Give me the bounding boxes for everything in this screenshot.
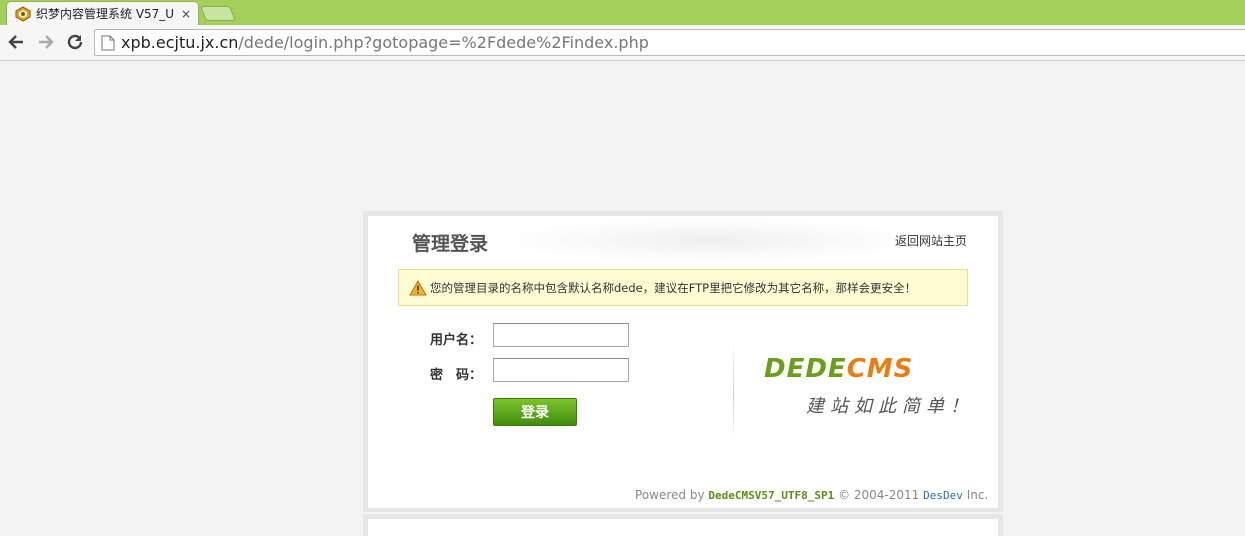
inc-text: Inc.: [966, 488, 989, 502]
copyright-text: © 2004-2011: [838, 488, 920, 502]
url-host: xpb.ecjtu.jx.cn: [121, 33, 239, 52]
warning-banner: 您的管理目录的名称中包含默认名称dede，建议在FTP里把它修改为其它名称，那样…: [398, 269, 968, 306]
address-bar[interactable]: xpb.ecjtu.jx.cn/dede/login.php?gotopage=…: [94, 29, 1245, 56]
new-tab-button[interactable]: [199, 6, 237, 21]
warning-text: 您的管理目录的名称中包含默认名称dede，建议在FTP里把它修改为其它名称，那样…: [430, 280, 917, 295]
vertical-divider: [733, 343, 734, 443]
powered-by-text: Powered by: [635, 488, 705, 502]
browser-tab[interactable]: 织梦内容管理系统 V57_U ×: [6, 1, 199, 25]
logo-dede-text: DEDE: [764, 354, 847, 384]
page-icon: [101, 35, 115, 51]
forward-arrow-icon[interactable]: [35, 31, 57, 53]
password-label: 密 码：: [430, 368, 483, 383]
login-button[interactable]: 登录: [493, 398, 577, 426]
slogan: 建站如此简单！: [806, 396, 974, 417]
back-to-home-link[interactable]: 返回网站主页: [895, 232, 967, 249]
tab-close-icon[interactable]: ×: [180, 7, 192, 21]
footer: Powered by DedeCMSV57_UTF8_SP1 © 2004-20…: [635, 488, 988, 502]
tab-title: 织梦内容管理系统 V57_U: [36, 7, 175, 21]
reload-icon[interactable]: [64, 31, 86, 53]
version-link[interactable]: DedeCMSV57_UTF8_SP1: [708, 489, 834, 502]
username-input[interactable]: [493, 323, 629, 347]
url-path: /dede/login.php?gotopage=%2Fdede%2Findex…: [238, 33, 649, 52]
tab-strip: 织梦内容管理系统 V57_U ×: [0, 0, 1245, 25]
dedecms-favicon-icon: [15, 5, 31, 22]
password-input[interactable]: [493, 358, 629, 382]
company-link[interactable]: DesDev: [923, 489, 963, 502]
back-arrow-icon[interactable]: [5, 31, 27, 53]
secondary-panel: [368, 519, 998, 536]
url-text[interactable]: xpb.ecjtu.jx.cn/dede/login.php?gotopage=…: [121, 33, 649, 52]
username-label: 用户名：: [430, 333, 483, 348]
browser-toolbar: xpb.ecjtu.jx.cn/dede/login.php?gotopage=…: [0, 25, 1245, 61]
dedecms-logo: DEDECMS: [764, 354, 913, 384]
header-glow: [500, 218, 920, 263]
warning-icon: [409, 279, 427, 296]
logo-cms-text: CMS: [846, 354, 914, 384]
page-title: 管理登录: [412, 233, 489, 255]
